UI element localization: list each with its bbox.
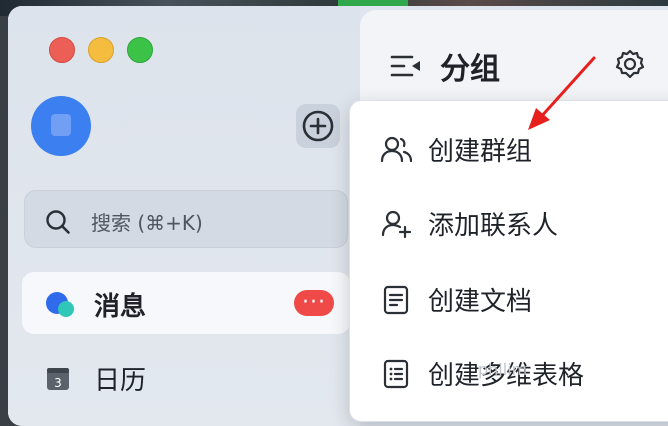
sidebar-item-calendar[interactable]: 3 日历: [22, 346, 350, 408]
panel-title: 分组: [440, 52, 500, 87]
maximize-window-button[interactable]: [127, 37, 153, 63]
search-input[interactable]: 搜索 (⌘+K): [24, 190, 348, 248]
sidebar: 搜索 (⌘+K) 消息 ··· 3 日历: [8, 6, 360, 426]
search-placeholder: 搜索 (⌘+K): [91, 211, 203, 235]
sidebar-item-label: 日历: [94, 366, 147, 396]
watermark: philim: [478, 360, 528, 379]
document-icon: [383, 285, 409, 315]
close-window-button[interactable]: [49, 37, 75, 63]
avatar[interactable]: [31, 96, 91, 156]
menu-item-label: 创建文档: [428, 287, 533, 317]
minimize-window-button[interactable]: [88, 37, 114, 63]
unread-badge: ···: [294, 290, 334, 316]
sidebar-item-label: 消息: [94, 292, 147, 322]
group-icon: [380, 136, 413, 163]
table-icon: [383, 359, 409, 389]
collapse-list-icon[interactable]: [390, 52, 424, 80]
menu-item-label: 创建群组: [428, 137, 533, 167]
add-button[interactable]: [296, 104, 340, 148]
menu-item-label: 添加联系人: [428, 211, 559, 241]
menu-item-create-group[interactable]: 创建群组: [350, 113, 668, 185]
calendar-day: 3: [54, 376, 62, 390]
add-contact-icon: [381, 210, 412, 239]
sidebar-item-messages[interactable]: 消息 ···: [22, 272, 350, 334]
chat-bubble-icon: [46, 292, 74, 317]
search-icon: [46, 210, 70, 234]
calendar-icon: 3: [47, 368, 69, 390]
menu-item-add-contact[interactable]: 添加联系人: [350, 187, 668, 259]
avatar-image: [51, 114, 71, 136]
gear-icon[interactable]: [614, 48, 646, 80]
menu-item-create-document[interactable]: 创建文档: [350, 263, 668, 335]
plus-circle-icon: [302, 110, 334, 142]
